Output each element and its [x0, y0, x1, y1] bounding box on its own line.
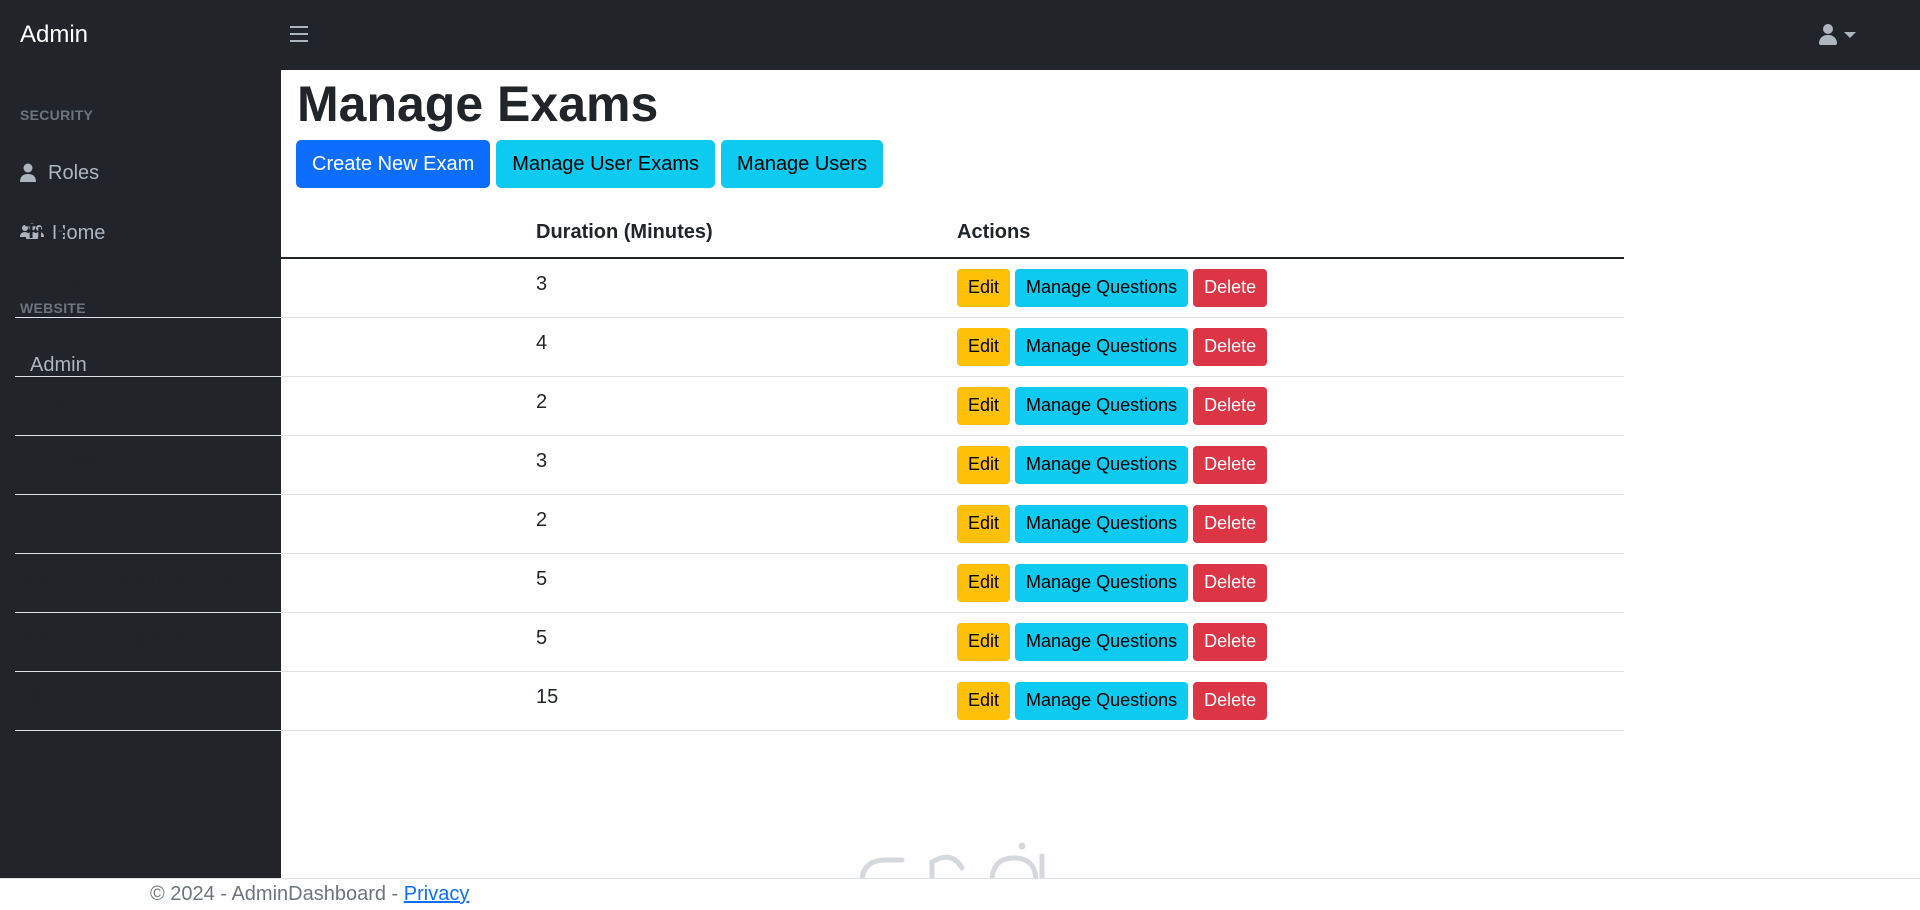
- edit-button[interactable]: Edit: [957, 445, 1011, 484]
- action-button-row: Create New Exam Manage User Exams Manage…: [296, 140, 889, 188]
- brand-title[interactable]: Admin: [20, 0, 88, 70]
- edit-button[interactable]: Edit: [957, 622, 1011, 661]
- sidebar-item-label: Roles: [48, 161, 100, 184]
- table-row: Asp.Net 3 Edit Manage Questions Delete: [15, 435, 1624, 495]
- exams-table: Title Duration (Minutes) Actions SqlServ…: [15, 208, 1624, 731]
- exam-title-cell: Asp.Net: [15, 435, 526, 495]
- footer-text: © 2024 - AdminDashboard -: [150, 883, 404, 905]
- exam-duration-cell: 2: [526, 376, 947, 436]
- delete-button[interactable]: Delete: [1193, 386, 1268, 425]
- exam-title-cell: React: [15, 376, 526, 436]
- create-new-exam-button[interactable]: Create New Exam: [296, 140, 491, 188]
- manage-questions-button[interactable]: Manage Questions: [1015, 622, 1189, 661]
- delete-button[interactable]: Delete: [1193, 563, 1268, 602]
- page-title: Manage Exams: [297, 76, 659, 132]
- table-row: javascript 4 Edit Manage Questions Delet…: [15, 317, 1624, 377]
- table-row: Medical Equipment Exam 5 Edit Manage Que…: [15, 553, 1624, 613]
- manage-user-exams-button[interactable]: Manage User Exams: [496, 140, 716, 188]
- manage-users-button[interactable]: Manage Users: [721, 140, 884, 188]
- exam-title-cell: CSS: [15, 494, 526, 554]
- delete-button[interactable]: Delete: [1193, 268, 1268, 307]
- edit-button[interactable]: Edit: [957, 268, 1011, 307]
- actions-cell: Edit Manage Questions Delete: [947, 435, 1624, 495]
- sidebar-item-roles[interactable]: Roles: [20, 153, 99, 193]
- exam-duration-cell: 15: [526, 671, 947, 731]
- table-row: Medical Equipment Exam 5 Edit Manage Que…: [15, 612, 1624, 672]
- actions-cell: Edit Manage Questions Delete: [947, 553, 1624, 613]
- privacy-link[interactable]: Privacy: [404, 883, 470, 905]
- actions-cell: Edit Manage Questions Delete: [947, 671, 1624, 731]
- exam-duration-cell: 2: [526, 494, 947, 554]
- column-header-title: Title: [15, 208, 526, 259]
- table-row: React 2 Edit Manage Questions Delete: [15, 376, 1624, 436]
- manage-questions-button[interactable]: Manage Questions: [1015, 445, 1189, 484]
- exam-duration-cell: 5: [526, 553, 947, 613]
- sidebar-heading-security: SECURITY: [20, 107, 94, 123]
- delete-button[interactable]: Delete: [1193, 445, 1268, 484]
- exam-duration-cell: 4: [526, 317, 947, 377]
- user-dropdown-toggle[interactable]: [1818, 22, 1856, 48]
- delete-button[interactable]: Delete: [1193, 681, 1268, 720]
- exam-title-cell: Medical Equipment Exam: [15, 612, 526, 672]
- manage-questions-button[interactable]: Manage Questions: [1015, 681, 1189, 720]
- actions-cell: Edit Manage Questions Delete: [947, 376, 1624, 436]
- delete-button[interactable]: Delete: [1193, 622, 1268, 661]
- actions-cell: Edit Manage Questions Delete: [947, 258, 1624, 318]
- manage-questions-button[interactable]: Manage Questions: [1015, 504, 1189, 543]
- manage-questions-button[interactable]: Manage Questions: [1015, 386, 1189, 425]
- exam-duration-cell: 3: [526, 435, 947, 495]
- user-icon: [20, 163, 40, 183]
- table-header-row: Title Duration (Minutes) Actions: [15, 208, 1624, 259]
- manage-questions-button[interactable]: Manage Questions: [1015, 327, 1189, 366]
- hamburger-icon[interactable]: [290, 26, 308, 42]
- edit-button[interactable]: Edit: [957, 563, 1011, 602]
- exam-title-cell: Iti: [15, 671, 526, 731]
- edit-button[interactable]: Edit: [957, 504, 1011, 543]
- table-row: Iti 15 Edit Manage Questions Delete: [15, 671, 1624, 731]
- exam-duration-cell: 5: [526, 612, 947, 672]
- exam-title-cell: SqlServer Q: [15, 258, 526, 318]
- exam-title-cell: Medical Equipment Exam: [15, 553, 526, 613]
- edit-button[interactable]: Edit: [957, 386, 1011, 425]
- edit-button[interactable]: Edit: [957, 327, 1011, 366]
- actions-cell: Edit Manage Questions Delete: [947, 612, 1624, 672]
- delete-button[interactable]: Delete: [1193, 327, 1268, 366]
- column-header-actions: Actions: [947, 208, 1624, 259]
- exam-title-cell: javascript: [15, 317, 526, 377]
- user-icon: [1818, 23, 1838, 47]
- edit-button[interactable]: Edit: [957, 681, 1011, 720]
- exam-duration-cell: 3: [526, 258, 947, 318]
- actions-cell: Edit Manage Questions Delete: [947, 494, 1624, 554]
- top-navbar: Admin: [0, 0, 1920, 70]
- column-header-duration: Duration (Minutes): [526, 208, 947, 259]
- caret-down-icon: [1844, 32, 1856, 38]
- actions-cell: Edit Manage Questions Delete: [947, 317, 1624, 377]
- table-row: SqlServer Q 3 Edit Manage Questions Dele…: [15, 258, 1624, 318]
- manage-questions-button[interactable]: Manage Questions: [1015, 563, 1189, 602]
- manage-questions-button[interactable]: Manage Questions: [1015, 268, 1189, 307]
- table-row: CSS 2 Edit Manage Questions Delete: [15, 494, 1624, 554]
- footer: © 2024 - AdminDashboard - Privacy: [0, 878, 1920, 910]
- footer-copyright: © 2024 - AdminDashboard - Privacy: [150, 883, 469, 906]
- delete-button[interactable]: Delete: [1193, 504, 1268, 543]
